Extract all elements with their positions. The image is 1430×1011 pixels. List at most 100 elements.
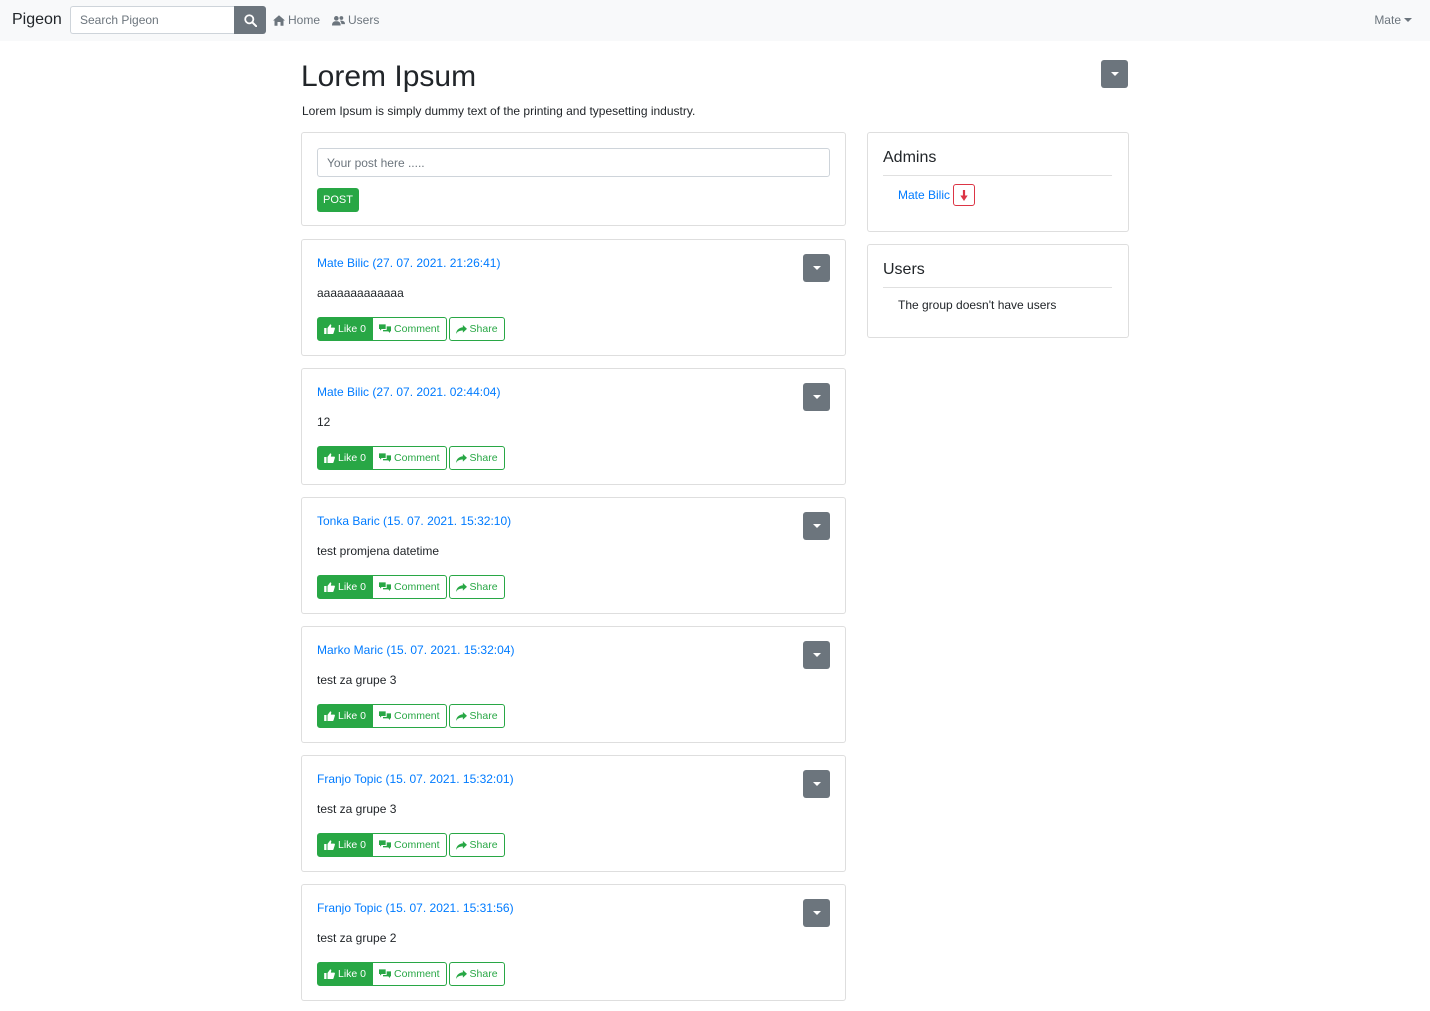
post-meta: Mate Bilic (27. 07. 2021. 21:26:41) — [317, 256, 500, 270]
group-options-dropdown-button[interactable] — [1101, 60, 1128, 88]
comment-button[interactable]: Comment — [373, 575, 447, 599]
like-button[interactable]: Like 0 — [317, 575, 374, 599]
like-button[interactable]: Like 0 — [317, 317, 374, 341]
share-icon — [455, 453, 467, 463]
like-label: Like 0 — [338, 323, 367, 335]
comments-icon — [379, 453, 392, 462]
new-post-card: POST — [301, 132, 846, 226]
search-icon — [243, 13, 257, 27]
post-author-link[interactable]: Tonka Baric — [317, 514, 380, 528]
post-body: 12 — [317, 415, 331, 429]
post-author-link[interactable]: Mate Bilic — [317, 385, 369, 399]
like-button[interactable]: Like 0 — [317, 446, 374, 470]
top-navbar: Pigeon Home Users Mate — [0, 0, 1430, 41]
admin-name-link[interactable]: Mate Bilic — [898, 188, 950, 202]
brand-logo[interactable]: Pigeon — [12, 11, 62, 29]
comment-button[interactable]: Comment — [373, 833, 447, 857]
admin-list-item: Mate Bilic — [898, 184, 976, 206]
post-card: Franjo Topic (15. 07. 2021. 15:32:01) te… — [301, 755, 846, 872]
post-card: Mate Bilic (27. 07. 2021. 21:26:41) aaaa… — [301, 239, 846, 356]
post-options-dropdown-button[interactable] — [803, 512, 830, 540]
share-button[interactable]: Share — [448, 962, 505, 986]
like-label: Like 0 — [338, 968, 367, 980]
share-icon — [455, 840, 467, 850]
comments-icon — [379, 711, 392, 720]
demote-admin-button[interactable] — [953, 184, 976, 206]
admins-title: Admins — [883, 149, 937, 166]
like-button[interactable]: Like 0 — [317, 833, 374, 857]
caret-down-icon — [812, 911, 821, 915]
post-author-link[interactable]: Marko Maric — [317, 643, 383, 657]
thumbs-up-icon — [324, 711, 335, 721]
post-options-dropdown-button[interactable] — [803, 899, 830, 927]
post-timestamp: (15. 07. 2021. 15:32:01) — [385, 772, 514, 786]
nav-users-link[interactable]: Users — [332, 13, 379, 27]
post-author-link[interactable]: Mate Bilic — [317, 256, 369, 270]
post-body: test promjena datetime — [317, 544, 440, 558]
thumbs-up-icon — [324, 840, 335, 850]
nav-home-link[interactable]: Home — [273, 13, 320, 27]
post-input[interactable] — [317, 148, 830, 177]
thumbs-up-icon — [324, 969, 335, 979]
nav-users-label: Users — [348, 13, 380, 27]
user-menu-dropdown[interactable]: Mate — [1374, 13, 1412, 27]
share-button[interactable]: Share — [448, 317, 505, 341]
users-card: Users The group doesn't have users — [867, 244, 1129, 338]
share-label: Share — [469, 839, 498, 851]
users-icon — [332, 15, 345, 26]
caret-down-icon — [812, 395, 821, 399]
post-options-dropdown-button[interactable] — [803, 770, 830, 798]
search-input[interactable] — [70, 6, 234, 34]
share-icon — [455, 324, 467, 334]
comment-label: Comment — [394, 581, 440, 593]
post-timestamp: (27. 07. 2021. 02:44:04) — [372, 385, 501, 399]
post-button[interactable]: POST — [317, 188, 359, 212]
like-label: Like 0 — [338, 710, 367, 722]
comment-button[interactable]: Comment — [373, 962, 447, 986]
thumbs-up-icon — [324, 453, 335, 463]
comment-label: Comment — [394, 452, 440, 464]
share-button[interactable]: Share — [448, 704, 505, 728]
post-meta: Mate Bilic (27. 07. 2021. 02:44:04) — [317, 385, 500, 399]
post-author-link[interactable]: Franjo Topic — [317, 901, 382, 915]
post-options-dropdown-button[interactable] — [803, 383, 830, 411]
share-button[interactable]: Share — [448, 833, 505, 857]
like-button[interactable]: Like 0 — [317, 704, 374, 728]
share-label: Share — [469, 581, 498, 593]
post-author-link[interactable]: Franjo Topic — [317, 772, 382, 786]
admins-card: Admins Mate Bilic — [867, 132, 1129, 232]
post-actions: Like 0 Comment Share — [317, 446, 505, 470]
share-button[interactable]: Share — [448, 575, 505, 599]
page-title: Lorem Ipsum — [301, 60, 477, 93]
comment-label: Comment — [394, 839, 440, 851]
share-button[interactable]: Share — [448, 446, 505, 470]
post-card: Mate Bilic (27. 07. 2021. 02:44:04) 12 L… — [301, 368, 846, 485]
post-timestamp: (15. 07. 2021. 15:31:56) — [385, 901, 514, 915]
post-meta: Franjo Topic (15. 07. 2021. 15:32:01) — [317, 772, 514, 786]
share-icon — [455, 582, 467, 592]
comments-icon — [379, 969, 392, 978]
post-card: Tonka Baric (15. 07. 2021. 15:32:10) tes… — [301, 497, 846, 614]
comment-label: Comment — [394, 968, 440, 980]
post-actions: Like 0 Comment Share — [317, 962, 505, 986]
post-body: test za grupe 3 — [317, 673, 397, 687]
post-meta: Marko Maric (15. 07. 2021. 15:32:04) — [317, 643, 514, 657]
comment-button[interactable]: Comment — [373, 317, 447, 341]
post-options-dropdown-button[interactable] — [803, 641, 830, 669]
comments-icon — [379, 840, 392, 849]
comment-button[interactable]: Comment — [373, 446, 447, 470]
comments-icon — [379, 324, 392, 333]
caret-down-icon — [1110, 72, 1119, 76]
post-options-dropdown-button[interactable] — [803, 254, 830, 282]
like-label: Like 0 — [338, 452, 367, 464]
home-icon — [273, 14, 285, 26]
like-button[interactable]: Like 0 — [317, 962, 374, 986]
search-button[interactable] — [234, 6, 266, 34]
share-label: Share — [469, 323, 498, 335]
post-timestamp: (15. 07. 2021. 15:32:04) — [386, 643, 515, 657]
comment-button[interactable]: Comment — [373, 704, 447, 728]
post-meta: Tonka Baric (15. 07. 2021. 15:32:10) — [317, 514, 511, 528]
caret-down-icon — [812, 524, 821, 528]
post-actions: Like 0 Comment Share — [317, 575, 505, 599]
thumbs-up-icon — [324, 582, 335, 592]
